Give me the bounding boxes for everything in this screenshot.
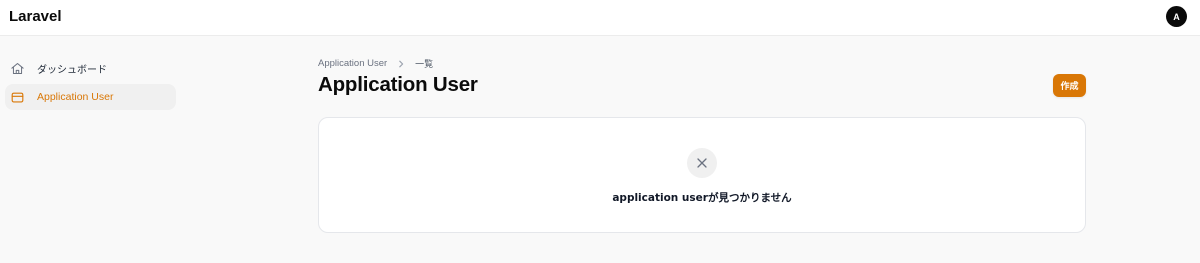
page-title: Application User [318,73,478,96]
breadcrumb-current: 一覧 [415,60,434,70]
empty-state-panel: application userが見つかりません [318,117,1086,233]
user-avatar[interactable]: A [1166,6,1187,27]
brand-logo[interactable]: Laravel [9,8,62,25]
sidebar-item-dashboard[interactable]: ダッシュボード [5,55,176,81]
breadcrumb: Application User 一覧 [318,57,433,70]
inbox-icon [10,90,25,105]
sidebar-item-label: Application User [37,91,114,103]
top-navbar: Laravel A [0,0,1200,36]
chevron-right-icon [397,60,405,68]
close-icon [697,158,707,168]
breadcrumb-parent-link[interactable]: Application User [318,58,387,69]
sidebar-item-label: ダッシュボード [37,64,107,76]
sidebar-item-application-user[interactable]: Application User [5,84,176,110]
create-button[interactable]: 作成 [1053,74,1086,97]
empty-state-message: application userが見つかりません [612,192,792,204]
home-icon [10,61,25,76]
empty-state-icon-badge [687,148,717,178]
